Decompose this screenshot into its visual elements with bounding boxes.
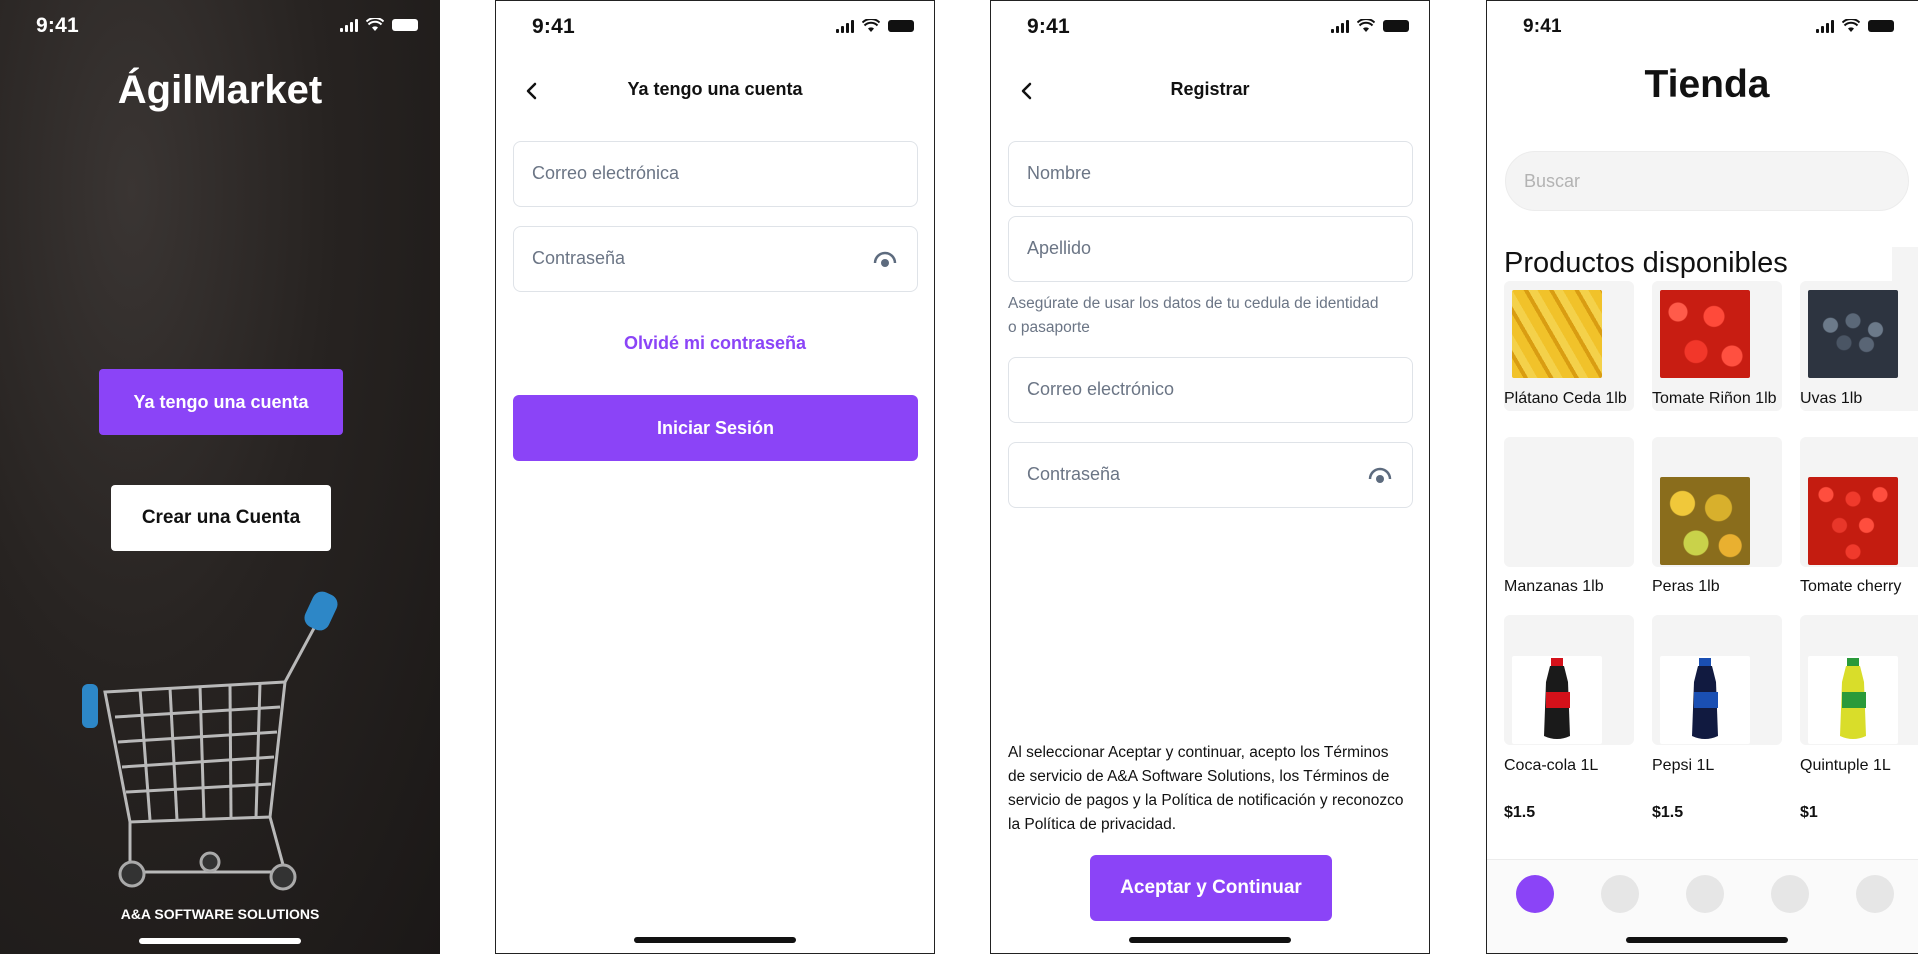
- product-image: [1512, 656, 1602, 744]
- eye-icon[interactable]: [1368, 465, 1392, 487]
- signal-icon: [1331, 19, 1349, 33]
- product-price: $1.5: [1652, 804, 1684, 821]
- battery-icon: [392, 19, 418, 31]
- email-field[interactable]: Correo electrónica: [513, 141, 918, 207]
- product-name: Quintuple 1L: [1800, 757, 1891, 774]
- status-icons: [340, 18, 418, 32]
- product-price: $1.5: [1504, 804, 1536, 821]
- wifi-icon: [1357, 19, 1375, 32]
- home-indicator: [139, 938, 301, 944]
- battery-icon: [1383, 20, 1409, 32]
- status-time: 9:41: [1027, 15, 1070, 38]
- id-hint-text: Asegúrate de usar los datos de tu cedula…: [1008, 295, 1379, 336]
- eye-icon[interactable]: [873, 249, 897, 271]
- product-image: [1808, 477, 1898, 565]
- last-name-placeholder: Apellido: [1027, 238, 1092, 258]
- welcome-screen: 9:41 ÁgilMarket Ya tengo una cuenta Crea…: [0, 0, 440, 954]
- terms-text: Al seleccionar Aceptar y continuar, acep…: [1008, 744, 1404, 833]
- first-name-field[interactable]: Nombre: [1008, 141, 1413, 207]
- accept-continue-button[interactable]: Aceptar y Continuar: [1090, 855, 1332, 921]
- product-image: [1660, 656, 1750, 744]
- wifi-icon: [862, 19, 880, 32]
- product-image: [1808, 656, 1898, 744]
- tab-3-icon[interactable]: [1686, 875, 1724, 913]
- company-name: A&A SOFTWARE SOLUTIONS: [120, 906, 320, 922]
- password-field[interactable]: Contraseña: [1008, 442, 1413, 508]
- wifi-icon: [366, 18, 384, 31]
- search-placeholder: Buscar: [1524, 171, 1581, 191]
- status-icons: [1331, 19, 1409, 33]
- store-screen: 9:41 Tienda Buscar Productos disponibles…: [1486, 0, 1918, 954]
- status-time: 9:41: [532, 15, 575, 38]
- page-title: Tienda: [1644, 63, 1770, 106]
- product-name: Tomate Riñon 1lb: [1652, 390, 1777, 407]
- password-placeholder: Contraseña: [532, 248, 626, 268]
- status-time: 9:41: [36, 14, 79, 37]
- email-placeholder: Correo electrónica: [532, 163, 680, 183]
- tab-2-icon[interactable]: [1601, 875, 1639, 913]
- login-button[interactable]: Ya tengo una cuenta: [99, 369, 343, 435]
- status-bar: 9:41: [1487, 1, 1918, 55]
- page-title: Ya tengo una cuenta: [627, 79, 803, 99]
- forgot-password-link[interactable]: Olvidé mi contraseña: [496, 333, 934, 354]
- signal-icon: [836, 19, 854, 33]
- product-image: [1660, 477, 1750, 565]
- last-name-field[interactable]: Apellido: [1008, 216, 1413, 282]
- email-placeholder: Correo electrónico: [1027, 379, 1175, 399]
- product-name: Uvas 1lb: [1800, 390, 1863, 407]
- login-screen: 9:41 Ya tengo una cuenta Correo electrón…: [495, 0, 935, 954]
- search-input[interactable]: Buscar: [1505, 151, 1909, 211]
- home-indicator: [1626, 937, 1788, 943]
- status-bar: 9:41: [0, 0, 440, 54]
- app-name: ÁgilMarket: [117, 68, 323, 112]
- product-price: $1: [1800, 804, 1818, 821]
- register-screen: 9:41 Registrar Nombre Apellido Asegúrate…: [990, 0, 1430, 954]
- product-name: Coca-cola 1L: [1504, 757, 1599, 774]
- email-field[interactable]: Correo electrónico: [1008, 357, 1413, 423]
- product-image: [1660, 290, 1750, 378]
- password-field[interactable]: Contraseña: [513, 226, 918, 292]
- signal-icon: [340, 18, 358, 32]
- product-name: Tomate cherry: [1800, 578, 1902, 595]
- status-time: 9:41: [1523, 16, 1562, 37]
- page-title: Registrar: [1170, 79, 1250, 99]
- battery-icon: [1868, 20, 1894, 32]
- signup-button[interactable]: Crear una Cuenta: [111, 485, 331, 551]
- product-name: Peras 1lb: [1652, 578, 1720, 595]
- home-indicator: [634, 937, 796, 943]
- home-tab-icon[interactable]: [1516, 875, 1554, 913]
- product-name: Pepsi 1L: [1652, 757, 1715, 774]
- status-bar: 9:41: [496, 1, 934, 55]
- wifi-icon: [1842, 19, 1860, 32]
- battery-icon: [888, 20, 914, 32]
- password-placeholder: Contraseña: [1027, 464, 1121, 484]
- product-image: [1512, 477, 1602, 565]
- shopping-cart-illustration: [82, 591, 338, 891]
- status-bar: 9:41: [991, 1, 1429, 55]
- product-image: [1808, 290, 1898, 378]
- first-name-placeholder: Nombre: [1027, 163, 1092, 183]
- product-name: Plátano Ceda 1lb: [1504, 390, 1627, 407]
- home-indicator: [1129, 937, 1291, 943]
- status-icons: [836, 19, 914, 33]
- status-icons: [1816, 19, 1894, 33]
- sign-in-button[interactable]: Iniciar Sesión: [513, 395, 918, 461]
- signal-icon: [1816, 19, 1834, 33]
- tab-5-icon[interactable]: [1856, 875, 1894, 913]
- product-image: [1512, 290, 1602, 378]
- tab-4-icon[interactable]: [1771, 875, 1809, 913]
- product-name: Manzanas 1lb: [1504, 578, 1604, 595]
- section-title: Productos disponibles: [1504, 247, 1788, 279]
